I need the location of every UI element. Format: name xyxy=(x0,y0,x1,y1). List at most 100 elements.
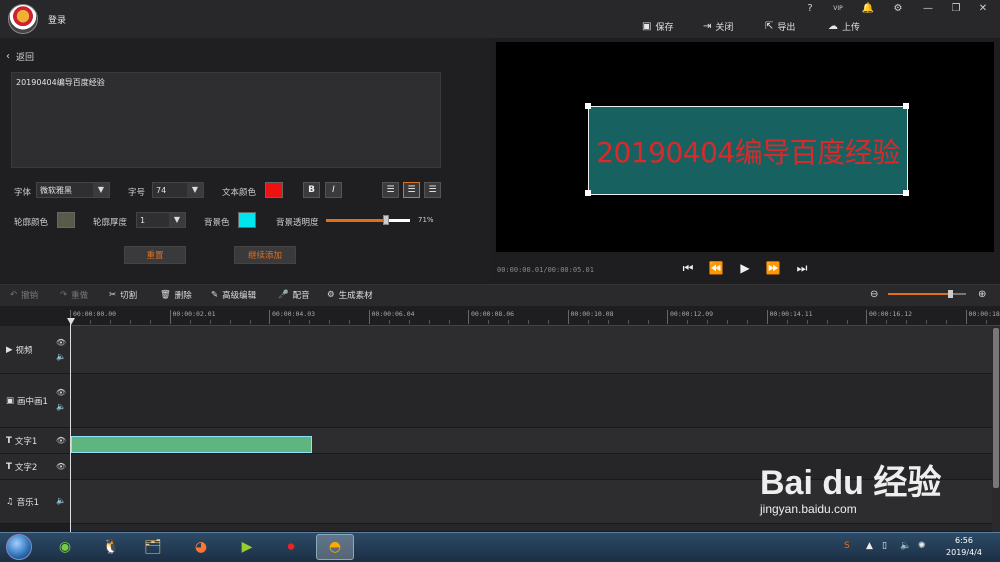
ruler-minor-tick xyxy=(150,320,151,324)
reset-button[interactable]: 重置 xyxy=(124,246,186,264)
track-header-text1[interactable]: T 文字1 👁 xyxy=(0,428,70,454)
font-select[interactable]: 微软雅黑 ▼ xyxy=(36,182,110,198)
ruler-minor-tick xyxy=(806,320,808,324)
text-icon: T xyxy=(6,435,12,446)
upload-button[interactable]: ☁ 上传 xyxy=(828,18,860,34)
size-select[interactable]: 74 ▼ xyxy=(152,182,204,198)
visibility-icon[interactable]: 👁 xyxy=(56,462,66,471)
visibility-icon[interactable]: 👁 xyxy=(56,338,66,347)
playhead-marker[interactable] xyxy=(67,318,75,325)
visibility-icon[interactable]: 👁 xyxy=(56,436,66,445)
resize-handle-tl[interactable] xyxy=(585,103,591,109)
dub-button[interactable]: 🎤 配音 xyxy=(278,289,310,301)
align-right-button[interactable]: ☰ xyxy=(424,182,441,198)
bold-button[interactable]: B xyxy=(303,182,320,198)
align-center-button[interactable]: ☰ xyxy=(403,182,420,198)
step-back-icon[interactable]: ⏪ xyxy=(708,260,724,276)
zoom-in-icon[interactable]: ⊕ xyxy=(978,289,986,300)
step-forward-icon[interactable]: ⏩ xyxy=(765,260,781,276)
playhead[interactable] xyxy=(70,318,71,532)
outline-color-swatch[interactable] xyxy=(57,212,75,228)
advanced-edit-button[interactable]: ✎ 高级编辑 xyxy=(211,289,256,301)
resize-handle-tr[interactable] xyxy=(903,103,909,109)
volume-icon[interactable]: 🔈 xyxy=(56,352,66,361)
zoom-slider-handle[interactable] xyxy=(948,290,953,298)
outline-width-select[interactable]: 1 ▼ xyxy=(136,212,186,228)
caption-text-input[interactable]: 20190404编导百度经验 xyxy=(11,72,441,168)
track-header-text2[interactable]: T 文字2 👁 xyxy=(0,454,70,480)
save-button[interactable]: ▣ 保存 xyxy=(642,18,673,34)
ruler-minor-tick xyxy=(647,320,649,324)
ruler-tick-label: 00:00:14.11 xyxy=(769,310,813,318)
ruler-tick-line xyxy=(965,310,967,324)
ruler-minor-tick xyxy=(249,320,251,324)
device-icon[interactable]: ▯ xyxy=(882,541,887,551)
file-explorer-icon[interactable]: 🗂 xyxy=(134,534,172,560)
visibility-icon[interactable]: 👁 xyxy=(56,388,66,397)
play-icon[interactable]: ▶ xyxy=(737,260,753,276)
tray-arrow-icon[interactable]: ▲ xyxy=(866,541,873,551)
close-window-icon[interactable]: ✕ xyxy=(975,2,991,16)
caption-overlay[interactable]: 20190404编导百度经验 xyxy=(588,106,908,195)
close-button[interactable]: ⇥ 关闭 xyxy=(703,18,733,34)
zoom-slider-fill xyxy=(888,293,950,295)
media-player-icon[interactable]: ▶ xyxy=(228,534,266,560)
ruler-tick-line xyxy=(567,310,569,324)
ruler-tick-line xyxy=(468,310,469,324)
volume-icon[interactable]: 🔈 xyxy=(56,402,66,411)
track-header-video[interactable]: ▶ 视频 👁 🔈 xyxy=(0,326,70,374)
system-clock[interactable]: 6:56 2019/4/4 xyxy=(938,535,990,559)
align-left-button[interactable]: ☰ xyxy=(382,182,399,198)
track-header-music[interactable]: ♫ 音乐1 🔈 xyxy=(0,480,70,524)
track-lane-pip[interactable] xyxy=(70,374,992,428)
text-clip[interactable] xyxy=(71,436,312,453)
start-button[interactable] xyxy=(6,534,32,560)
minimize-icon[interactable]: — xyxy=(920,2,936,16)
baidu-watermark: Bai du 经验 jingyan.baidu.com xyxy=(760,455,941,516)
volume-icon[interactable]: 🔈 xyxy=(56,496,66,505)
italic-button[interactable]: I xyxy=(325,182,342,198)
export-button[interactable]: ⇱ 导出 xyxy=(765,18,795,34)
browser-360-icon[interactable]: ◉ xyxy=(46,534,84,560)
ruler-tick-label: 00:00:08.06 xyxy=(471,310,515,318)
firefox-icon[interactable]: ◕ xyxy=(182,534,220,560)
ruler-tick-label: 00:00:10.08 xyxy=(570,310,614,318)
text-color-label: 文本颜色 xyxy=(222,188,257,198)
sogou-input-icon[interactable]: S xyxy=(844,541,850,551)
track-header-pip[interactable]: ▣ 画中画1 👁 🔈 xyxy=(0,374,70,428)
network-icon[interactable]: ✺ xyxy=(918,541,926,551)
outline-width-label: 轮廓厚度 xyxy=(93,218,128,228)
back-button[interactable]: ‹ 返回 xyxy=(6,50,34,63)
bell-icon[interactable]: 🔔 xyxy=(860,2,876,16)
recorder-icon[interactable]: ⏺ xyxy=(272,534,310,560)
qq-icon[interactable]: 🐧 xyxy=(92,534,130,560)
bg-opacity-slider-handle[interactable] xyxy=(383,215,389,225)
generate-button[interactable]: ⚙ 生成素材 xyxy=(327,289,373,301)
ruler-minor-tick xyxy=(488,320,489,324)
redo-button[interactable]: ↷ 重做 xyxy=(60,289,88,301)
cut-button[interactable]: ✂ 切割 xyxy=(109,289,137,301)
skip-end-icon[interactable]: ⏭ xyxy=(794,260,810,276)
login-link[interactable]: 登录 xyxy=(48,13,66,26)
help-icon[interactable]: ? xyxy=(802,2,818,16)
video-editor-app-icon[interactable]: ◓ xyxy=(316,534,354,560)
maximize-icon[interactable]: ❐ xyxy=(948,2,964,16)
resize-handle-bl[interactable] xyxy=(585,190,591,196)
undo-button[interactable]: ↶ 撤销 xyxy=(10,289,38,301)
vip-icon[interactable]: VIP xyxy=(830,2,846,16)
timeline-scrollbar-thumb[interactable] xyxy=(993,328,999,488)
speaker-icon[interactable]: 🔈 xyxy=(900,541,911,551)
continue-add-button[interactable]: 继续添加 xyxy=(234,246,296,264)
bg-opacity-value: 71% xyxy=(418,216,434,224)
text-color-swatch[interactable] xyxy=(265,182,283,198)
ruler-minor-tick xyxy=(329,320,330,324)
bg-color-swatch[interactable] xyxy=(238,212,256,228)
ruler-tick-label: 00:00:16.12 xyxy=(869,310,913,318)
zoom-out-icon[interactable]: ⊖ xyxy=(870,289,878,300)
track-lane-video[interactable] xyxy=(70,326,992,374)
user-avatar[interactable] xyxy=(8,4,38,34)
resize-handle-br[interactable] xyxy=(903,190,909,196)
gear-icon[interactable]: ⚙ xyxy=(890,2,906,16)
skip-start-icon[interactable]: ⏮ xyxy=(680,260,696,276)
delete-button[interactable]: 🗑 删除 xyxy=(160,289,192,301)
